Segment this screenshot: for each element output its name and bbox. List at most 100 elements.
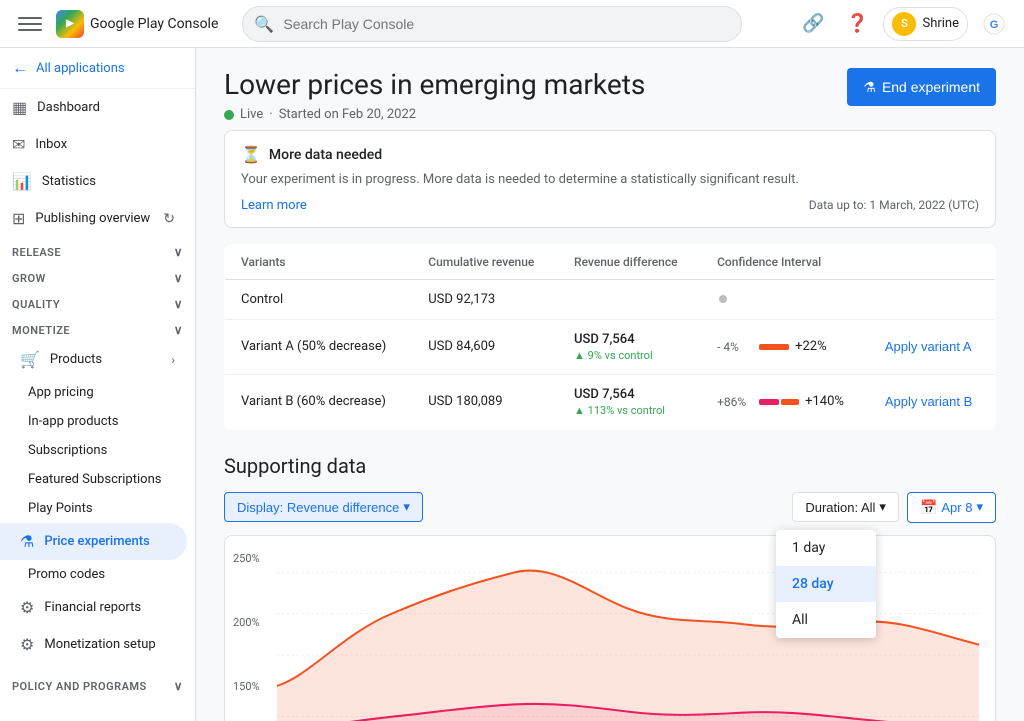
apply-variant-a-button[interactable]: Apply variant A — [885, 339, 972, 354]
y-label-150: 150% — [233, 680, 260, 693]
dashboard-icon: ▦ — [12, 98, 27, 117]
sidebar-item-financial-reports[interactable]: ⚙ Financial reports — [0, 589, 187, 626]
apply-variant-b-button[interactable]: Apply variant B — [885, 394, 972, 409]
col-confidence-interval: Confidence Interval — [701, 244, 869, 279]
revenue-sub-text: ▲ 113% vs control — [574, 404, 685, 417]
page-status: Live · Started on Feb 20, 2022 — [224, 107, 645, 122]
col-variants: Variants — [225, 244, 413, 279]
chevron-down-icon: ∨ — [174, 245, 183, 259]
google-account-icon-button[interactable]: G — [976, 6, 1012, 42]
section-grow[interactable]: Grow ∨ — [0, 263, 195, 289]
display-dropdown-button[interactable]: Display: Revenue difference ▾ — [224, 492, 423, 522]
sidebar-item-subscriptions[interactable]: Subscriptions — [0, 436, 195, 465]
link-icon-button[interactable]: 🔗 — [795, 6, 831, 42]
account-button[interactable]: S Shrine — [883, 7, 968, 41]
sidebar-item-in-app-products[interactable]: In-app products — [0, 407, 195, 436]
search-input[interactable] — [242, 6, 742, 42]
publishing-overview-icon: ⊞ — [12, 209, 25, 228]
sidebar-item-label: Monetization setup — [44, 637, 155, 652]
section-policy[interactable]: Policy and programs ∨ — [0, 671, 195, 697]
y-label-200: 200% — [233, 616, 260, 629]
chart-y-labels: 250% 200% 150% 50% — [233, 552, 260, 721]
section-quality[interactable]: Quality ∨ — [0, 289, 195, 315]
cell-variant: Control — [225, 279, 413, 319]
ci-range: +22% — [795, 339, 827, 354]
col-cumulative-revenue: Cumulative revenue — [412, 244, 558, 279]
google-icon: G — [982, 12, 1006, 36]
sidebar-item-statistics[interactable]: 📊 Statistics — [0, 163, 187, 200]
sidebar-item-app-pricing[interactable]: App pricing — [0, 378, 195, 407]
sidebar-item-label: Inbox — [35, 137, 67, 152]
pct-bar: +86% +140% — [717, 394, 853, 409]
data-up-to-label: Data up to: 1 March, 2022 (UTC) — [809, 198, 979, 212]
col-actions — [869, 244, 996, 279]
refresh-icon: ↻ — [163, 211, 175, 227]
sidebar-item-play-points[interactable]: Play Points — [0, 494, 195, 523]
sidebar-item-monetization-setup[interactable]: ⚙ Monetization setup — [0, 626, 187, 663]
revenue-sub-text: ▲ 9% vs control — [574, 349, 685, 362]
ci-orange-segment — [781, 399, 799, 405]
menu-button[interactable] — [12, 6, 48, 42]
learn-more-link[interactable]: Learn more — [241, 198, 307, 213]
section-label: Release — [12, 246, 61, 259]
hamburger-icon — [18, 12, 42, 36]
chevron-down-icon: ∨ — [174, 271, 183, 285]
ci-range: +140% — [805, 394, 844, 409]
page-header: Lower prices in emerging markets Live · … — [224, 68, 996, 122]
sidebar-item-label: Dashboard — [37, 100, 100, 115]
revenue-diff-value: USD 7,564 — [574, 387, 685, 402]
cell-revenue-diff — [558, 279, 701, 319]
section-label: Grow — [12, 272, 46, 285]
cell-ci — [701, 279, 869, 319]
status-live: Live — [240, 107, 263, 122]
end-experiment-button[interactable]: ⚗ End experiment — [847, 68, 996, 106]
ci-bar — [759, 399, 799, 405]
play-logo-icon: ▶ — [56, 10, 84, 38]
sidebar-item-label: Publishing overview — [35, 211, 150, 226]
chevron-down-icon: ∨ — [174, 323, 183, 337]
app-title: Google Play Console — [90, 16, 218, 32]
chevron-down-icon: ▾ — [879, 499, 886, 515]
section-label: Monetize — [12, 324, 70, 337]
sidebar-item-products[interactable]: 🛒 Products › — [0, 341, 187, 378]
topbar-actions: 🔗 ❓ S Shrine G — [795, 6, 1012, 42]
help-icon-button[interactable]: ❓ — [839, 6, 875, 42]
dropdown-item-1day[interactable]: 1 day — [776, 530, 876, 566]
pct-bar: - 4% +22% — [717, 339, 853, 354]
info-banner: ⏳ More data needed Your experiment is in… — [224, 130, 996, 228]
sidebar-item-label: Statistics — [42, 174, 96, 189]
sidebar-item-price-experiments[interactable]: ⚗ Price experiments — [0, 523, 187, 560]
date-picker-button[interactable]: 📅 Apr 8 ▾ — [907, 492, 996, 523]
status-dot-icon — [224, 110, 234, 120]
dropdown-item-28day[interactable]: 28 day — [776, 566, 876, 602]
price-experiments-icon: ⚗ — [20, 532, 34, 551]
sidebar-item-featured-subscriptions[interactable]: Featured Subscriptions — [0, 465, 195, 494]
search-container: 🔍 — [242, 6, 742, 42]
cell-action[interactable]: Apply variant A — [869, 319, 996, 374]
cell-action[interactable]: Apply variant B — [869, 374, 996, 429]
app-logo: ▶ Google Play Console — [56, 10, 218, 38]
cell-revenue-diff: USD 7,564 ▲ 9% vs control — [558, 319, 701, 374]
products-icon: 🛒 — [20, 350, 40, 369]
duration-button[interactable]: Duration: All ▾ — [792, 492, 899, 522]
sidebar-item-promo-codes[interactable]: Promo codes — [0, 560, 195, 589]
chevron-down-icon: ∨ — [174, 679, 183, 693]
ci-bar — [759, 344, 789, 350]
dropdown-item-all[interactable]: All — [776, 602, 876, 638]
revenue-diff-value: USD 7,564 — [574, 332, 685, 347]
cell-ci: - 4% +22% — [701, 319, 869, 374]
pct-negative: - 4% — [717, 340, 753, 354]
chart-area: 250% 200% 150% 50% — [224, 535, 996, 721]
sidebar-item-inbox[interactable]: ✉ Inbox — [0, 126, 187, 163]
supporting-data-section: Supporting data Display: Revenue differe… — [224, 454, 996, 721]
sidebar-item-publishing-overview[interactable]: ⊞ Publishing overview ↻ — [0, 200, 187, 237]
page-title: Lower prices in emerging markets — [224, 68, 645, 101]
table-row: Variant B (60% decrease) USD 180,089 USD… — [225, 374, 996, 429]
sidebar-item-dashboard[interactable]: ▦ Dashboard — [0, 89, 187, 126]
chevron-down-icon: ▾ — [976, 499, 983, 515]
back-to-all-apps[interactable]: ← All applications — [0, 48, 195, 89]
section-release[interactable]: Release ∨ — [0, 237, 195, 263]
info-banner-text: Your experiment is in progress. More dat… — [241, 170, 841, 190]
table-row: Control USD 92,173 — [225, 279, 996, 319]
section-monetize[interactable]: Monetize ∨ — [0, 315, 195, 341]
